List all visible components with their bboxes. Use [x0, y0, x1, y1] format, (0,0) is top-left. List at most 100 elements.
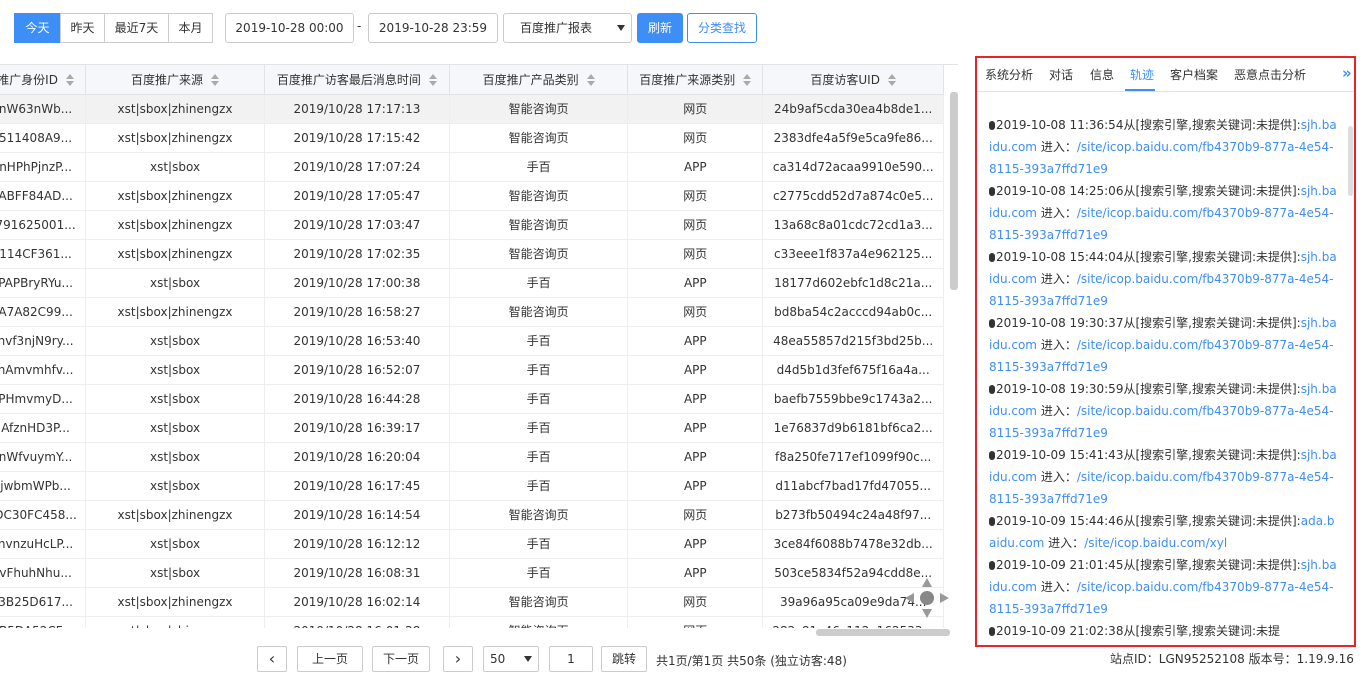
column-header[interactable]: 百度访客UID — [762, 65, 944, 95]
pan-center-icon[interactable] — [920, 591, 934, 605]
table-cell: 2019/10/28 17:02:35 — [264, 239, 450, 269]
table-row[interactable]: nvf3njN9ry... xst|sbox 2019/10/28 16:53:40… — [0, 326, 944, 356]
track-entry: 2019-10-08 19:30:37从[搜索引擎,搜索关键词:未提供]:sjh… — [989, 312, 1339, 378]
table-cell: xst|sbox — [85, 442, 265, 472]
table-cell: xst|sbox — [85, 529, 265, 559]
prev-page-icon[interactable]: ‹ — [257, 646, 287, 672]
tab-malicious-click[interactable]: 恶意点击分析 — [1234, 66, 1306, 83]
tab-dialog[interactable]: 对话 — [1049, 66, 1073, 83]
column-header[interactable]: 百度推广来源类别 — [627, 65, 764, 95]
end-time-input[interactable]: 2019-10-28 23:59 — [368, 13, 498, 43]
table-row[interactable]: nHPhPjnzP... xst|sbox 2019/10/28 17:07:24 手… — [0, 152, 944, 182]
sort-icon[interactable] — [428, 74, 437, 87]
next-page-button[interactable]: 下一页 — [372, 646, 430, 672]
table-cell: 网页 — [627, 239, 764, 269]
table-cell: PHmvmyD... — [0, 384, 87, 414]
report-select-value: 百度推广报表 — [520, 21, 593, 35]
table-row[interactable]: nWfvuymY... xst|sbox 2019/10/28 16:20:04 手百… — [0, 442, 944, 472]
table-cell: xst|sbox|zhinengzx — [85, 239, 265, 269]
table-cell: APP — [627, 326, 764, 356]
track-time: 2019-10-09 21:01:45 — [996, 558, 1124, 572]
arrow-left-icon[interactable] — [905, 593, 914, 603]
table-row[interactable]: jwbmWPb... xst|sbox 2019/10/28 16:17:45 手百 A… — [0, 471, 944, 501]
table-row[interactable]: 511408A9... xst|sbox|zhinengzx 2019/10/28 … — [0, 123, 944, 153]
arrow-up-icon[interactable] — [922, 578, 932, 587]
arrow-right-icon[interactable] — [940, 593, 949, 603]
sort-icon[interactable] — [211, 74, 220, 87]
prev-page-button[interactable]: 上一页 — [297, 646, 363, 672]
table-cell: 智能咨询页 — [449, 500, 629, 530]
table-cell: 网页 — [627, 587, 764, 617]
table-horizontal-scrollbar[interactable] — [816, 629, 950, 636]
category-search-button[interactable]: 分类查找 — [687, 13, 757, 43]
yesterday-button[interactable]: 昨天 — [60, 13, 105, 43]
track-path-link[interactable]: /site/icop.baidu.com/xyl — [1084, 536, 1227, 550]
page-number-input[interactable]: 1 — [549, 646, 593, 672]
table-cell: f8a250fe717ef1099f90c... — [762, 442, 944, 472]
table-cell: 2019/10/28 17:03:47 — [264, 210, 450, 240]
table-cell: 2019/10/28 17:00:38 — [264, 268, 450, 298]
tab-system-analysis[interactable]: 系统分析 — [985, 66, 1033, 83]
column-header[interactable]: 百度推广访客最后消息时间 — [264, 65, 450, 95]
panel-vertical-scrollbar[interactable] — [1348, 126, 1353, 196]
report-select[interactable]: 百度推广报表 — [503, 13, 632, 43]
track-time: 2019-10-09 15:44:46 — [996, 514, 1124, 528]
track-entry: 2019-10-08 15:44:04从[搜索引擎,搜索关键词:未提供]:sjh… — [989, 246, 1339, 312]
sort-icon[interactable] — [743, 74, 752, 87]
page-size-select[interactable]: 50 — [483, 646, 539, 672]
column-header-label: 百度推广产品类别 — [482, 72, 579, 87]
track-entry: 2019-10-08 11:36:54从[搜索引擎,搜索关键词:未提供]:sjh… — [989, 114, 1339, 180]
tab-info[interactable]: 信息 — [1090, 66, 1114, 83]
table-row[interactable]: 114CF361... xst|sbox|zhinengzx 2019/10/28 … — [0, 239, 944, 269]
table-row[interactable]: ABFF84AD... xst|sbox|zhinengzx 2019/10/28 … — [0, 181, 944, 211]
table-cell: 手百 — [449, 413, 629, 443]
today-button[interactable]: 今天 — [14, 13, 61, 43]
table-vertical-scrollbar[interactable] — [950, 92, 958, 290]
dropdown-arrow-icon — [524, 656, 532, 662]
table-cell: APP — [627, 268, 764, 298]
track-enter-label: 进入： — [1037, 272, 1077, 286]
table-cell: 手百 — [449, 268, 629, 298]
table-cell: bd8ba54c2acccd94ab0c... — [762, 297, 944, 327]
table-cell: 手百 — [449, 152, 629, 182]
table-row[interactable]: vFhuhNhu... xst|sbox 2019/10/28 16:08:31 手百… — [0, 558, 944, 588]
tab-customer-profile[interactable]: 客户档案 — [1170, 66, 1218, 83]
pagination-summary: 共1页/第1页 共50条 (独立访客:48) — [656, 654, 847, 668]
table-cell: 18177d602ebfc1d8c21a... — [762, 268, 944, 298]
table-row[interactable]: AfznHD3P... xst|sbox 2019/10/28 16:39:17 手百… — [0, 413, 944, 443]
table-row[interactable]: 791625001... xst|sbox|zhinengzx 2019/10/28… — [0, 210, 944, 240]
track-time: 2019-10-08 19:30:59 — [996, 382, 1124, 396]
sort-icon[interactable] — [586, 74, 595, 87]
more-tabs-icon[interactable]: » — [1342, 64, 1352, 82]
arrow-down-icon[interactable] — [922, 609, 932, 618]
track-source: 从[搜索引擎,搜索关键词:未提供]: — [1123, 184, 1301, 198]
tab-track[interactable]: 轨迹 — [1130, 66, 1154, 83]
table-row[interactable]: nvnzuHcLP... xst|sbox 2019/10/28 16:12:12 手… — [0, 529, 944, 559]
table-cell: 手百 — [449, 529, 629, 559]
jump-button[interactable]: 跳转 — [601, 646, 647, 672]
table-row[interactable]: 3B25D617... xst|sbox|zhinengzx 2019/10/28 … — [0, 587, 944, 617]
table-row[interactable]: PAPBryRYu... xst|sbox 2019/10/28 17:00:38 手… — [0, 268, 944, 298]
column-header[interactable]: 百度推广产品类别 — [449, 65, 629, 95]
table-cell: 2019/10/28 17:05:47 — [264, 181, 450, 211]
table-cell: d11abcf7bad17fd47055... — [762, 471, 944, 501]
column-header[interactable]: 百度推广来源 — [85, 65, 265, 95]
refresh-button[interactable]: 刷新 — [637, 13, 683, 43]
table-cell: 114CF361... — [0, 239, 87, 269]
column-header[interactable]: 推广身份ID — [0, 65, 87, 95]
table-row[interactable]: A7A82C99... xst|sbox|zhinengzx 2019/10/28 … — [0, 297, 944, 327]
table-row[interactable]: DC30FC458... xst|sbox|zhinengzx 2019/10/28… — [0, 500, 944, 530]
sort-icon[interactable] — [887, 74, 896, 87]
table-row[interactable]: PHmvmyD... xst|sbox 2019/10/28 16:44:28 手百 A… — [0, 384, 944, 414]
table-cell: 1e76837d9b6181bf6ca2... — [762, 413, 944, 443]
table-row[interactable]: nW63nWb... xst|sbox|zhinengzx 2019/10/28 1… — [0, 94, 944, 124]
table-row[interactable]: B5DA52CF...xst|sbox|zhinengzx2019/10/28 … — [0, 616, 944, 628]
next-page-icon[interactable]: › — [443, 646, 473, 672]
pan-control[interactable] — [905, 578, 949, 618]
table-row[interactable]: nAmvmhfv... xst|sbox 2019/10/28 16:52:07 手百… — [0, 355, 944, 385]
start-time-input[interactable]: 2019-10-28 00:00 — [225, 13, 354, 43]
track-enter-label: 进入： — [1037, 404, 1077, 418]
this-month-button[interactable]: 本月 — [168, 13, 213, 43]
last7days-button[interactable]: 最近7天 — [104, 13, 169, 43]
sort-icon[interactable] — [65, 74, 74, 87]
